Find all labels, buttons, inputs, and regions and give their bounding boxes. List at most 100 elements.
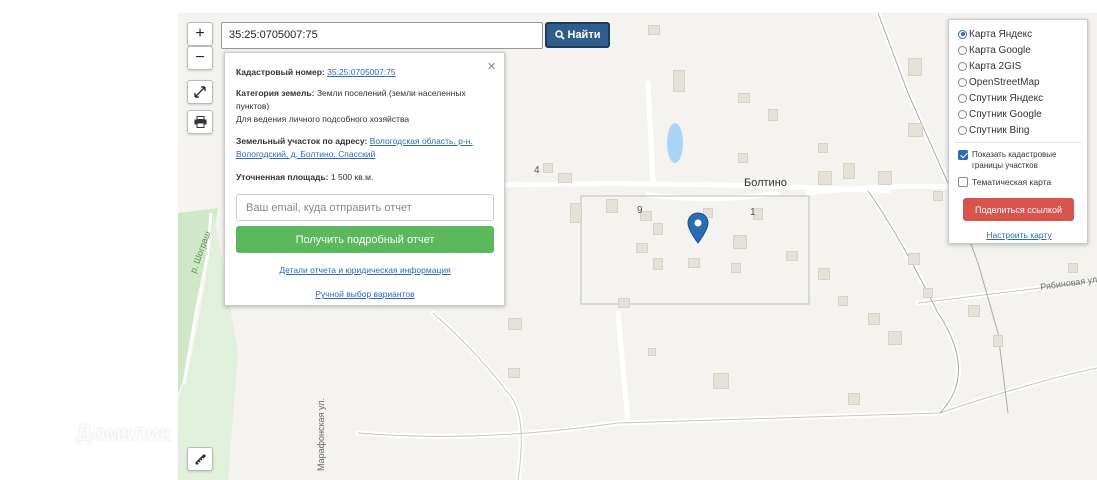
building [648, 25, 660, 35]
radio-icon [958, 77, 967, 87]
house-number: 9 [637, 205, 643, 216]
page: 4 9 1 Болтино Рябиновая ул. Марафонская … [0, 0, 1097, 480]
layer-option-osm[interactable]: OpenStreetMap [958, 75, 1040, 89]
radio-icon [958, 29, 967, 39]
building [933, 191, 943, 201]
layer-option-yandex-satellite[interactable]: Спутник Яндекс [958, 91, 1043, 105]
parcel-info-popup: × Кадастровый номер: 35:25:0705007:75 Ка… [224, 52, 505, 306]
building [653, 258, 663, 270]
building [993, 335, 1003, 347]
search-button-label: Найти [567, 29, 601, 41]
building [868, 313, 880, 325]
house-logo-icon [38, 418, 68, 448]
building [818, 268, 830, 280]
layer-label: OpenStreetMap [969, 76, 1040, 88]
cadastral-row: Кадастровый номер: 35:25:0705007:75 [236, 66, 494, 79]
building [768, 109, 778, 121]
details-row: Детали отчета и юридическая информация [236, 264, 494, 277]
address-label: Земельный участок по адресу: [236, 136, 368, 146]
house-number: 1 [750, 207, 756, 218]
email-field[interactable]: Ваш email, куда отправить отчет [236, 194, 494, 221]
layer-option-bing-satellite[interactable]: Спутник Bing [958, 123, 1030, 137]
radio-icon [958, 93, 967, 103]
building [648, 348, 656, 356]
fullscreen-button[interactable] [187, 80, 213, 104]
building [558, 173, 572, 183]
layer-label: Спутник Яндекс [969, 92, 1044, 104]
building [908, 123, 923, 137]
building [838, 296, 848, 306]
building [923, 288, 933, 298]
building [818, 143, 828, 153]
layer-label: Спутник Google [969, 108, 1042, 120]
building [713, 373, 729, 389]
building [688, 258, 700, 268]
building [908, 253, 920, 265]
search-input[interactable]: 35:25:0705007:75 [221, 22, 543, 49]
share-link-button[interactable]: Поделиться ссылкой [963, 198, 1074, 221]
building [888, 331, 902, 345]
zoom-in-button[interactable]: + [187, 22, 213, 46]
building [878, 171, 892, 185]
building [738, 153, 748, 163]
location-pin-icon[interactable] [687, 212, 709, 244]
building [733, 235, 747, 249]
village-label: Болтино [744, 177, 787, 189]
building [653, 223, 663, 235]
layer-label: Карта Яндекс [969, 28, 1033, 40]
building [543, 163, 553, 173]
layer-option-google-satellite[interactable]: Спутник Google [958, 107, 1042, 121]
checkbox-icon[interactable] [958, 150, 968, 160]
show-borders-label: Показать кадастровые границы участков [972, 150, 1057, 170]
building [818, 171, 832, 185]
radio-icon [958, 109, 967, 119]
layer-option-2gis-map[interactable]: Карта 2GIS [958, 59, 1021, 73]
radio-icon [958, 125, 967, 135]
divider [955, 142, 1081, 143]
layer-label: Спутник Bing [969, 124, 1030, 136]
layer-label: Карта 2GIS [969, 60, 1022, 72]
category-label: Категория земель: [236, 88, 315, 98]
address-row: Земельный участок по адресу: Вологодская… [236, 135, 494, 161]
ruler-icon [194, 453, 206, 465]
radio-icon [958, 61, 967, 71]
ruler-button[interactable] [187, 447, 213, 471]
building [570, 203, 582, 223]
cadastral-link[interactable]: 35:25:0705007:75 [327, 67, 396, 77]
search-button[interactable]: Найти [545, 22, 610, 48]
area-value: 1 500 кв.м. [330, 172, 374, 182]
building [731, 263, 741, 273]
area-row: Уточненная площадь: 1 500 кв.м. [236, 171, 494, 184]
layer-label: Карта Google [969, 44, 1031, 56]
radio-icon [958, 45, 967, 55]
show-borders-option[interactable]: Показать кадастровые границы участков [958, 149, 1083, 171]
checkbox-icon[interactable] [958, 177, 968, 187]
watermark-text: Домклик [76, 420, 172, 445]
building [848, 393, 860, 405]
configure-map-link[interactable]: Настроить карту [949, 230, 1089, 240]
manual-select-link[interactable]: Ручной выбор вариантов [315, 289, 414, 299]
manual-row: Ручной выбор вариантов [236, 288, 494, 301]
print-button[interactable] [187, 110, 213, 134]
building [1068, 263, 1078, 273]
search-icon [554, 30, 565, 40]
category-row: Категория земель: Земли поселений (земли… [236, 87, 494, 126]
usage-value: Для ведения личного подсобного хозяйства [236, 114, 410, 124]
layer-option-yandex-map[interactable]: Карта Яндекс [958, 27, 1032, 41]
house-number: 4 [534, 165, 540, 176]
building [738, 93, 750, 103]
building [968, 305, 980, 317]
building [843, 163, 855, 179]
expand-icon [194, 86, 206, 98]
layer-option-google-map[interactable]: Карта Google [958, 43, 1031, 57]
get-report-button[interactable]: Получить подробный отчет [236, 226, 494, 253]
building [673, 70, 685, 92]
domclick-watermark: Домклик [36, 416, 171, 450]
building [606, 199, 618, 213]
zoom-out-button[interactable]: − [187, 46, 213, 70]
thematic-map-label: Тематическая карта [972, 177, 1052, 187]
building [618, 298, 630, 308]
details-link[interactable]: Детали отчета и юридическая информация [279, 265, 450, 275]
printer-icon [194, 116, 206, 128]
thematic-map-option[interactable]: Тематическая карта [958, 177, 1051, 187]
